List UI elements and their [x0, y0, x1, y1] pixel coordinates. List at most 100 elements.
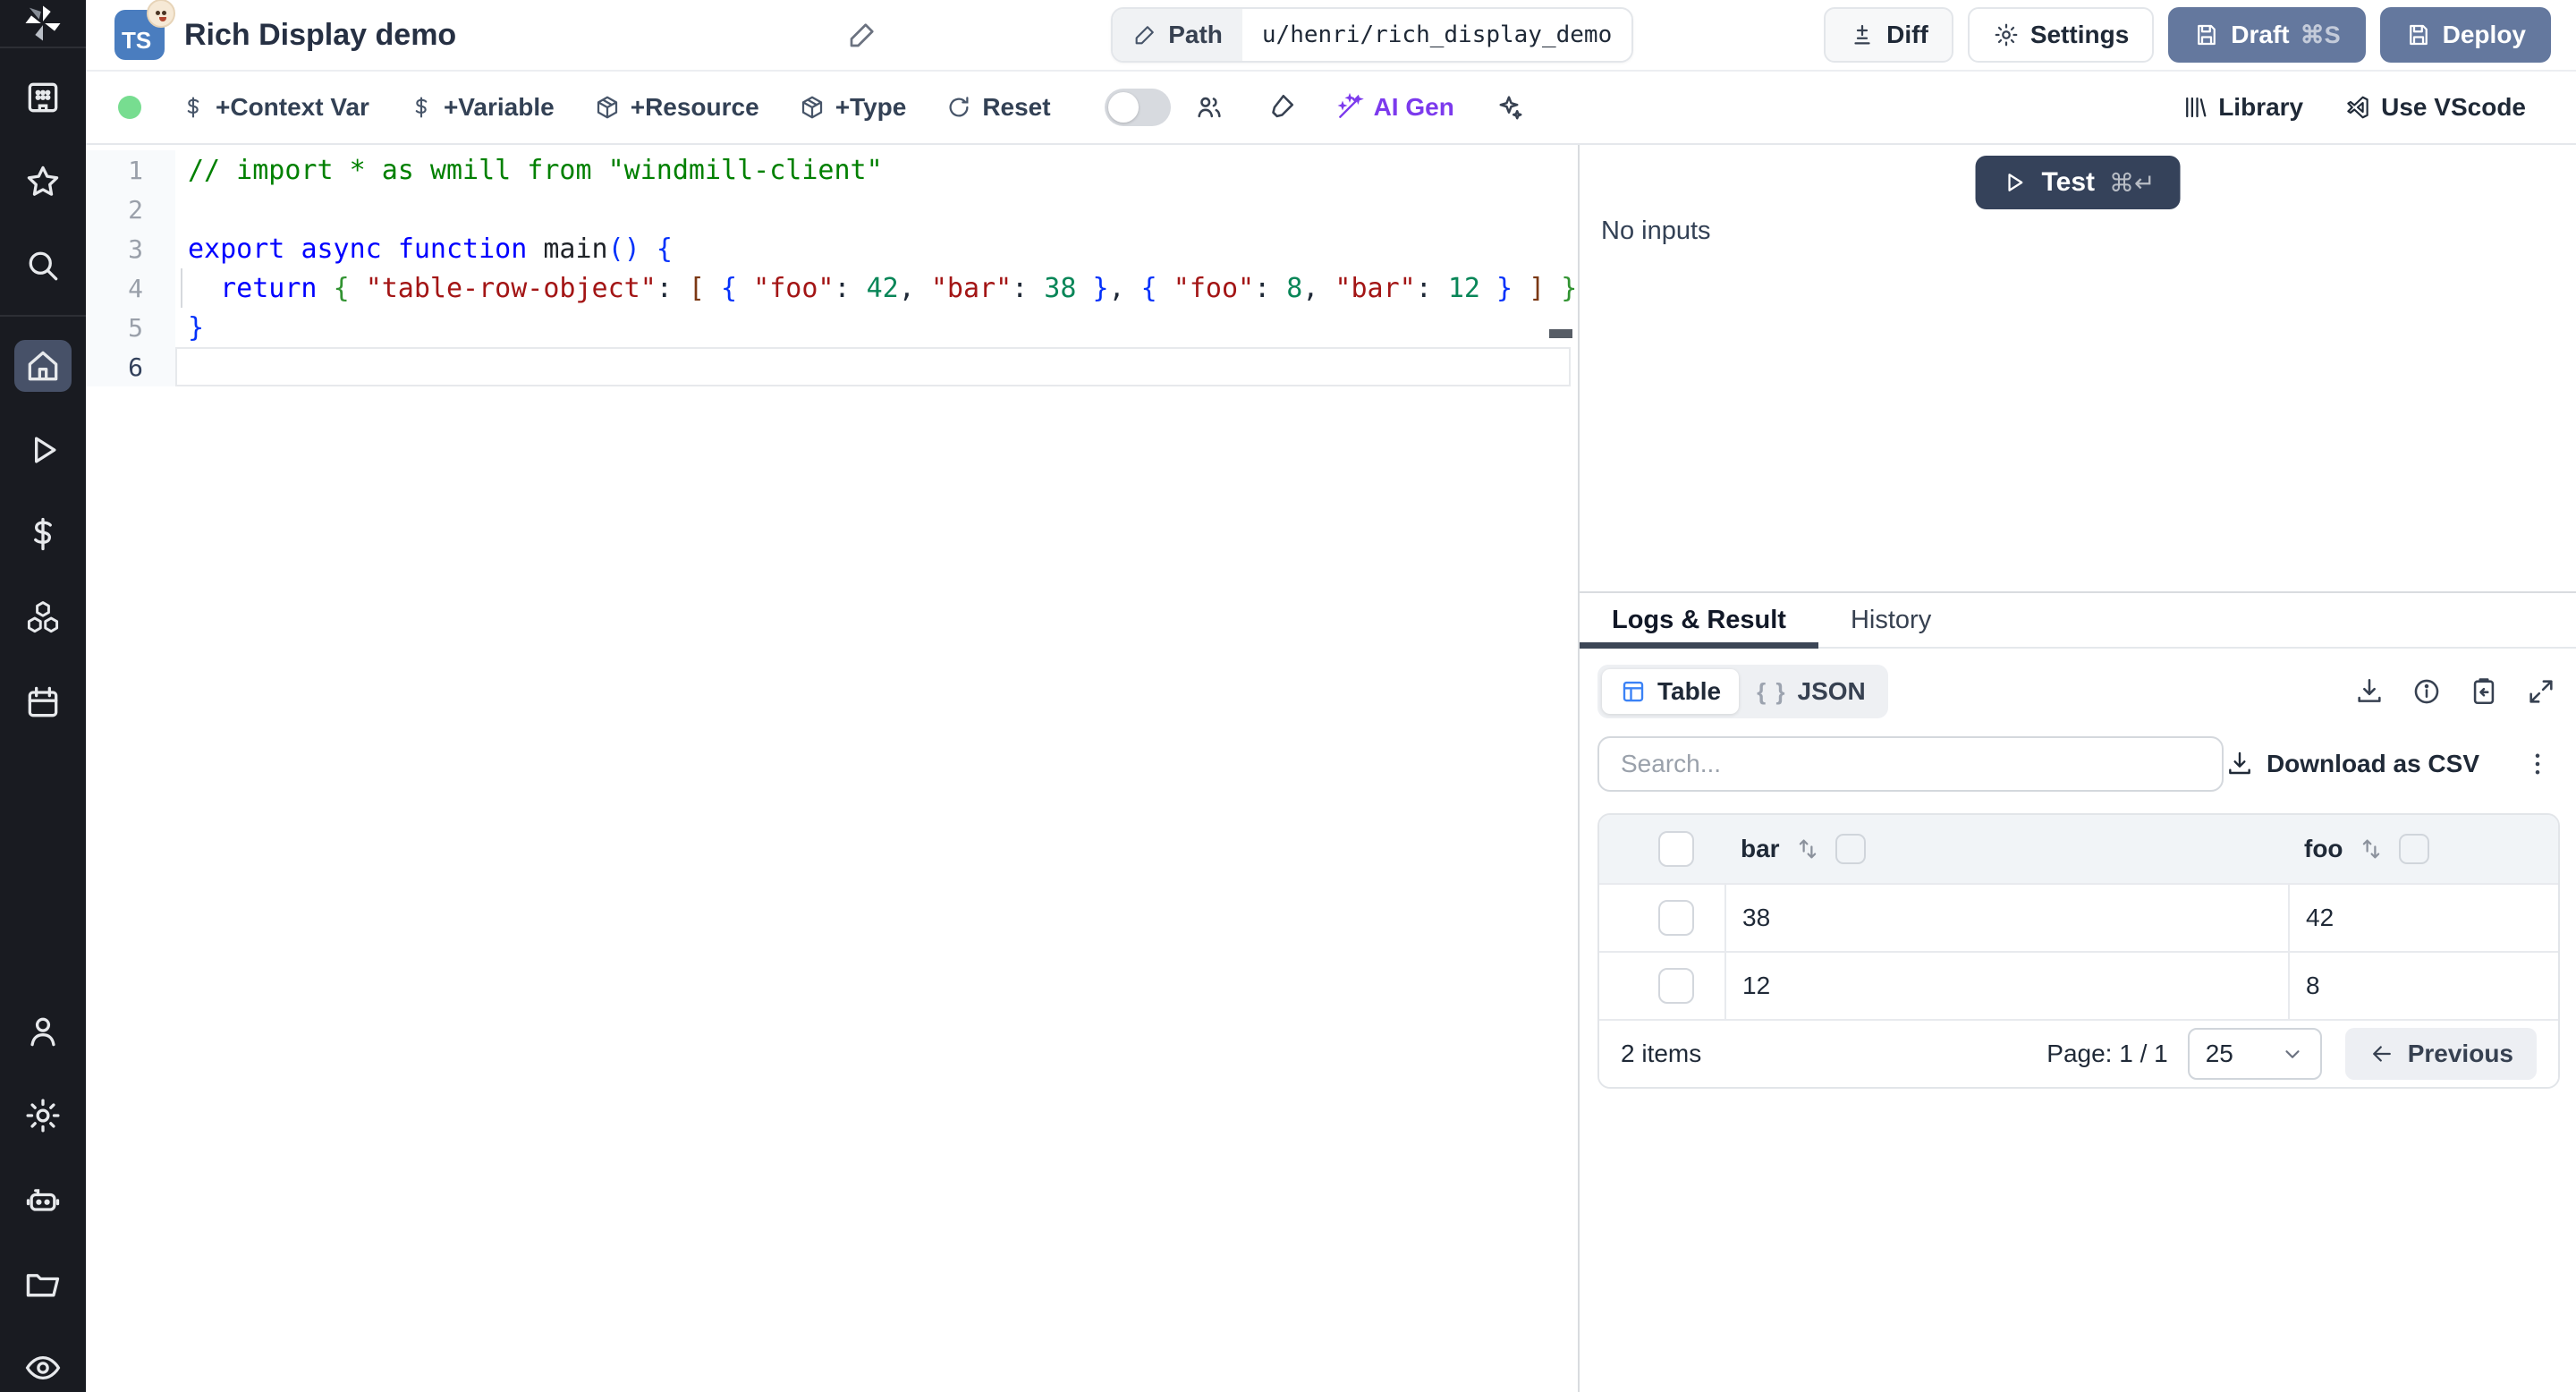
tab-history[interactable]: History [1818, 593, 1963, 647]
table-footer: 2 items Page: 1 / 1 25 Previous [1599, 1019, 2558, 1087]
sort-foo-icon[interactable] [2358, 836, 2385, 862]
dollar-icon [187, 97, 199, 118]
ai-gen-button[interactable]: AI Gen [1335, 93, 1454, 122]
no-inputs-label: No inputs [1601, 216, 1711, 245]
library-button[interactable]: Library [2182, 93, 2303, 122]
save-icon [2198, 24, 2216, 46]
previous-page-button[interactable]: Previous [2344, 1028, 2537, 1080]
use-vscode-button[interactable]: Use VScode [2344, 93, 2526, 122]
sidebar-item-favorites[interactable] [14, 156, 72, 208]
code-line-2[interactable]: 2 [86, 190, 1578, 229]
code-text: export async function main() { [188, 233, 673, 265]
diff-icon [1854, 24, 1870, 45]
code-text: } [188, 311, 205, 344]
deploy-button[interactable]: Deploy [2379, 7, 2551, 63]
reset-button[interactable]: Reset [945, 93, 1051, 122]
code-text: // import * as wmill from "windmill-clie… [188, 154, 883, 186]
refresh-icon [949, 97, 969, 117]
download-csv-button[interactable]: Download as CSV [2225, 750, 2479, 778]
settings-gear-icon[interactable] [14, 1090, 72, 1142]
multiplayer-icon[interactable] [1194, 92, 1224, 123]
result-tabs: Logs & Result History [1580, 593, 2576, 649]
line-number: 6 [86, 347, 175, 386]
windmill-logo-icon[interactable] [0, 0, 86, 47]
page-size-select[interactable]: 25 [2187, 1028, 2322, 1080]
header: TS Rich Display demo Path u/henri/rich_d… [86, 0, 2576, 72]
sidebar-item-folders[interactable] [14, 1258, 72, 1310]
sidebar-item-runs[interactable] [14, 424, 72, 476]
code-line-3[interactable]: 3 export async function main() { [86, 229, 1578, 268]
code-line-5[interactable]: 5} [86, 308, 1578, 347]
typescript-badge: TS [114, 0, 175, 60]
sort-bar-icon[interactable] [1794, 836, 1821, 862]
table-row-1: 38 42 [1599, 883, 2558, 951]
code-line-6[interactable]: 6 [86, 347, 1578, 386]
code-text: return { "table-row-object": [ { "foo": … [220, 272, 1578, 304]
table-row-2: 12 8 [1599, 951, 2558, 1019]
search-icon[interactable] [14, 240, 72, 292]
braces-icon: { } [1757, 677, 1787, 705]
row-checkbox[interactable] [1658, 900, 1694, 936]
cell-bar: 12 [1742, 972, 1771, 999]
test-runner-section: Test ⌘↵ No inputs [1580, 145, 2576, 593]
sparkles-icon[interactable] [1494, 92, 1524, 123]
line-number: 4 [86, 268, 175, 308]
path-value[interactable]: u/henri/rich_display_demo [1241, 9, 1632, 61]
editor-toolbar: +Context Var +Variable +Resource +Type R… [86, 72, 2576, 145]
play-icon [2008, 174, 2023, 191]
sidebar-item-apps[interactable] [14, 72, 72, 123]
settings-button[interactable]: Settings [1967, 7, 2155, 63]
column-toggle-foo[interactable] [2398, 834, 2429, 864]
scrollbar-cursor-mark[interactable] [1549, 329, 1572, 338]
line-number: 3 [86, 229, 175, 268]
sidebar-item-workers[interactable] [14, 1174, 72, 1226]
select-all-checkbox[interactable] [1658, 831, 1694, 867]
diff-mode-toggle[interactable] [1104, 89, 1171, 126]
code-editor[interactable]: 1 // import * as wmill from "windmill-cli… [86, 145, 1580, 1392]
save-icon [2409, 24, 2428, 46]
tab-logs-result[interactable]: Logs & Result [1580, 593, 1818, 649]
code-line-4[interactable]: 4 return { "table-row-object": [ { "foo"… [86, 268, 1578, 308]
add-type-button[interactable]: +Type [799, 93, 906, 122]
copy-clipboard-icon[interactable] [2469, 676, 2499, 707]
magic-wand-icon [1337, 93, 1364, 118]
page-indicator: Page: 1 / 1 [2046, 1040, 2168, 1067]
cell-foo: 42 [2306, 904, 2334, 931]
sidebar-item-variables[interactable] [14, 508, 72, 560]
download-result-icon[interactable] [2354, 676, 2385, 707]
sidebar-item-audit[interactable] [14, 1342, 72, 1392]
code-line-1[interactable]: 1 // import * as wmill from "windmill-cli… [86, 150, 1578, 190]
diff-button[interactable]: Diff [1824, 7, 1953, 63]
line-number: 2 [86, 190, 175, 229]
pencil-icon [1135, 26, 1155, 45]
path-label: Path [1168, 21, 1223, 48]
test-button[interactable]: Test ⌘↵ [1975, 156, 2181, 209]
view-mode-json[interactable]: { } JSON [1739, 669, 1884, 714]
add-resource-button[interactable]: +Resource [594, 93, 759, 122]
expand-icon[interactable] [2526, 676, 2556, 707]
language-label: TS [122, 27, 152, 54]
sidebar-item-resources[interactable] [14, 592, 72, 644]
column-toggle-bar[interactable] [1835, 834, 1866, 864]
search-input[interactable] [1597, 736, 2224, 792]
line-number: 1 [86, 150, 175, 190]
right-panel: Test ⌘↵ No inputs Logs & Result History … [1580, 145, 2576, 1392]
sidebar-item-home[interactable] [14, 340, 72, 392]
sidebar-item-schedules[interactable] [14, 676, 72, 728]
row-checkbox[interactable] [1658, 968, 1694, 1004]
library-icon [2186, 97, 2207, 118]
add-context-var-button[interactable]: +Context Var [181, 93, 369, 122]
format-brush-icon[interactable] [1266, 92, 1296, 123]
view-mode-table[interactable]: Table [1602, 669, 1740, 714]
draft-button[interactable]: Draft ⌘S [2168, 7, 2366, 63]
edit-summary-pencil-icon[interactable] [846, 19, 878, 51]
info-icon[interactable] [2411, 676, 2442, 707]
column-header-bar: bar [1741, 835, 1780, 862]
sidebar [0, 0, 86, 1392]
cell-foo: 8 [2306, 972, 2320, 999]
add-variable-button[interactable]: +Variable [409, 93, 555, 122]
path-field[interactable]: Path u/henri/rich_display_demo [1111, 7, 1634, 63]
status-dot [118, 96, 141, 119]
table-options-kebab-icon[interactable] [2522, 749, 2553, 779]
sidebar-item-users[interactable] [14, 1006, 72, 1057]
